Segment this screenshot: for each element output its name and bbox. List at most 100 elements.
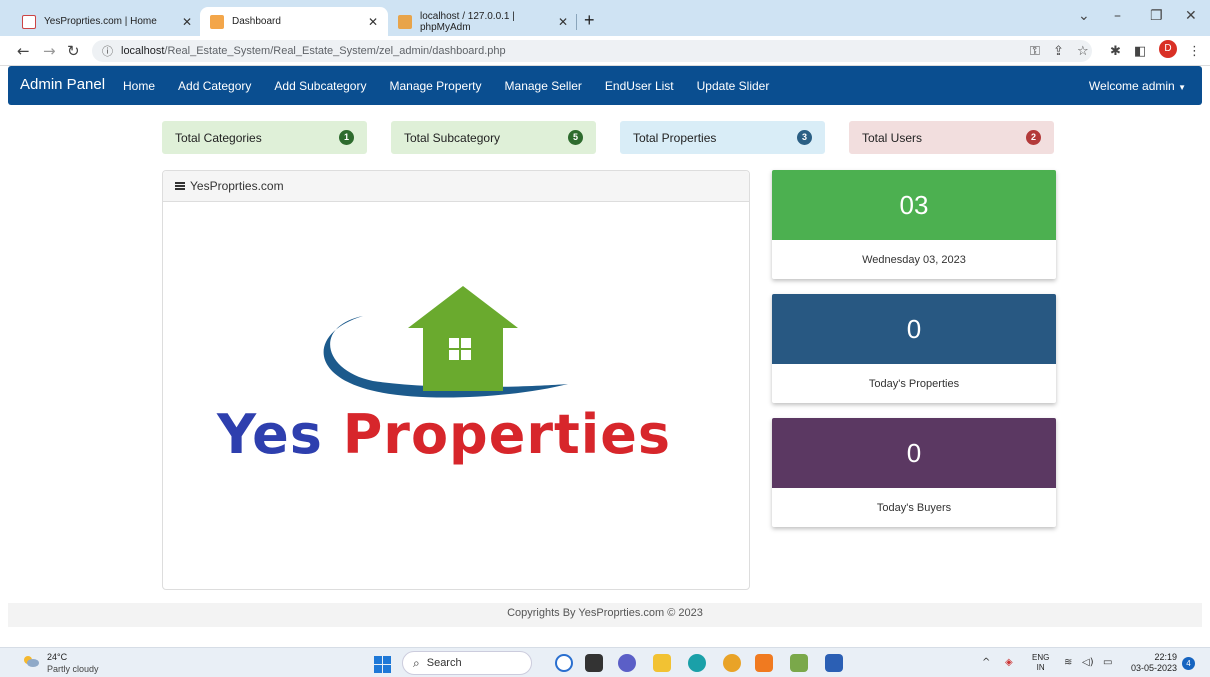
tab-search-chevron-icon[interactable]: ⌄: [1078, 8, 1090, 24]
todays-buyers-card: 0 Today's Buyers: [772, 418, 1056, 527]
date-card: 03 Wednesday 03, 2023: [772, 170, 1056, 279]
todays-properties-card: 0 Today's Properties: [772, 294, 1056, 403]
nav-enduser-list[interactable]: EndUser List: [605, 79, 674, 93]
language-indicator[interactable]: ENG IN: [1032, 653, 1049, 673]
minimize-icon[interactable]: –: [1114, 8, 1121, 24]
taskbar-search[interactable]: ⌕ Search: [402, 651, 532, 675]
tray-app-icon[interactable]: ◈: [1005, 657, 1013, 668]
clock-time: 22:19: [1154, 652, 1177, 662]
logo-word-properties: Properties: [342, 403, 672, 466]
reload-icon[interactable]: ↻: [67, 42, 80, 60]
stat-total-users: Total Users 2: [849, 121, 1054, 154]
card-value: 0: [772, 294, 1056, 364]
weather-description: Partly cloudy: [47, 664, 99, 674]
bookmark-star-icon[interactable]: ☆: [1077, 44, 1089, 59]
side-panel-icon[interactable]: ◧: [1134, 44, 1146, 59]
caret-down-icon: ▼: [1178, 83, 1186, 92]
navbar-brand[interactable]: Admin Panel: [20, 76, 105, 93]
battery-icon[interactable]: ▭: [1103, 657, 1112, 668]
bing-icon[interactable]: [555, 654, 573, 672]
file-explorer-icon[interactable]: [653, 654, 671, 672]
page-footer: Copyrights By YesProprties.com © 2023: [8, 603, 1202, 627]
start-windows-icon[interactable]: [374, 656, 391, 673]
search-icon: ⌕: [413, 655, 420, 670]
close-tab-icon[interactable]: ✕: [558, 15, 568, 29]
site-info-icon[interactable]: ⓘ: [102, 43, 113, 59]
list-icon: [175, 181, 185, 191]
key-icon[interactable]: ⚿: [1030, 44, 1040, 59]
search-label: Search: [426, 657, 462, 669]
share-icon[interactable]: ⇪: [1053, 44, 1064, 59]
house-favicon-icon: [210, 14, 224, 29]
stat-count-badge: 1: [339, 130, 354, 145]
url-host: localhost: [121, 45, 165, 57]
card-label: Today's Buyers: [876, 501, 952, 514]
tab-title: YesProprties.com | Home: [44, 16, 157, 27]
tab-home[interactable]: YesProprties.com | Home ✕: [12, 7, 202, 36]
lang-top: ENG: [1032, 653, 1050, 662]
admin-navbar: Admin Panel Home Add Category Add Subcat…: [8, 66, 1202, 105]
card-label: Today's Properties: [868, 377, 960, 390]
stat-total-categories: Total Categories 1: [162, 121, 367, 154]
forward-arrow-icon[interactable]: →: [43, 42, 56, 60]
user-menu-dropdown[interactable]: Welcome admin ▼: [1089, 79, 1186, 93]
stat-count-badge: 5: [568, 130, 583, 145]
tab-phpmyadmin[interactable]: localhost / 127.0.0.1 | phpMyAdm ✕: [388, 7, 578, 36]
notepad-icon[interactable]: [790, 654, 808, 672]
tab-title: localhost / 127.0.0.1 | phpMyAdm: [419, 10, 515, 33]
task-view-icon[interactable]: [585, 654, 603, 672]
edge-icon[interactable]: [688, 654, 706, 672]
nav-add-subcategory[interactable]: Add Subcategory: [274, 79, 366, 93]
nav-home[interactable]: Home: [123, 79, 155, 93]
stat-label: Total Subcategory: [404, 130, 501, 145]
stat-total-properties: Total Properties 3: [620, 121, 825, 154]
tab-dashboard[interactable]: Dashboard ✕: [200, 7, 388, 36]
profile-avatar[interactable]: D: [1159, 40, 1177, 58]
welcome-label: Welcome admin: [1088, 79, 1175, 93]
address-toolbar: ← → ↻ ⓘ localhost/Real_Estate_System/Rea…: [0, 36, 1210, 66]
card-value: 0: [772, 418, 1056, 488]
restore-icon[interactable]: ❐: [1150, 8, 1163, 24]
logo-word-yes: Yes: [217, 403, 323, 466]
menu-kebab-icon[interactable]: ⋮: [1188, 44, 1201, 59]
site-favicon-icon: [22, 14, 36, 29]
card-label: Wednesday 03, 2023: [862, 253, 966, 266]
logo-wordmark: Yes Properties: [217, 403, 671, 466]
nav-manage-property[interactable]: Manage Property: [389, 79, 481, 93]
chrome-icon[interactable]: [723, 654, 741, 672]
teams-chat-icon[interactable]: [618, 654, 636, 672]
close-tab-icon[interactable]: ✕: [368, 15, 378, 29]
xampp-icon[interactable]: [755, 654, 773, 672]
windows-taskbar: 24°C Partly cloudy ⌕ Search ^ ◈ ENG IN ≋…: [0, 647, 1210, 677]
close-tab-icon[interactable]: ✕: [182, 15, 192, 29]
stat-total-subcategory: Total Subcategory 5: [391, 121, 596, 154]
tray-chevron-up-icon[interactable]: ^: [982, 657, 990, 668]
new-tab-icon[interactable]: +: [584, 11, 595, 29]
wifi-icon[interactable]: ≋: [1064, 657, 1072, 668]
logo-panel: YesProprties.com Yes Properties: [162, 170, 750, 590]
close-window-icon[interactable]: ✕: [1185, 8, 1197, 24]
lang-bottom: IN: [1036, 663, 1045, 672]
stat-label: Total Users: [862, 130, 923, 145]
nav-manage-seller[interactable]: Manage Seller: [505, 79, 582, 93]
stat-count-badge: 3: [797, 130, 812, 145]
nav-update-slider[interactable]: Update Slider: [697, 79, 770, 93]
volume-icon[interactable]: ◁): [1082, 657, 1094, 668]
browser-tab-bar: YesProprties.com | Home ✕ Dashboard ✕ lo…: [0, 0, 1210, 36]
extensions-icon[interactable]: ✱: [1110, 44, 1121, 59]
stat-label: Total Properties: [633, 130, 717, 145]
partly-cloudy-icon[interactable]: [22, 654, 40, 668]
tab-title: Dashboard: [232, 16, 281, 27]
back-arrow-icon[interactable]: ←: [17, 42, 30, 60]
stat-count-badge: 2: [1026, 130, 1041, 145]
stat-label: Total Categories: [175, 130, 262, 145]
panel-heading: YesProprties.com: [163, 171, 749, 202]
url-path: /Real_Estate_System/Real_Estate_System/z…: [164, 45, 506, 57]
panel-title: YesProprties.com: [190, 179, 284, 193]
url-bar[interactable]: ⓘ localhost/Real_Estate_System/Real_Esta…: [92, 40, 1092, 62]
tab-separator: [576, 14, 577, 30]
system-clock[interactable]: 22:19 03-05-2023: [1127, 652, 1177, 674]
notification-badge[interactable]: 4: [1182, 657, 1195, 670]
nav-add-category[interactable]: Add Category: [178, 79, 251, 93]
word-icon[interactable]: [825, 654, 843, 672]
